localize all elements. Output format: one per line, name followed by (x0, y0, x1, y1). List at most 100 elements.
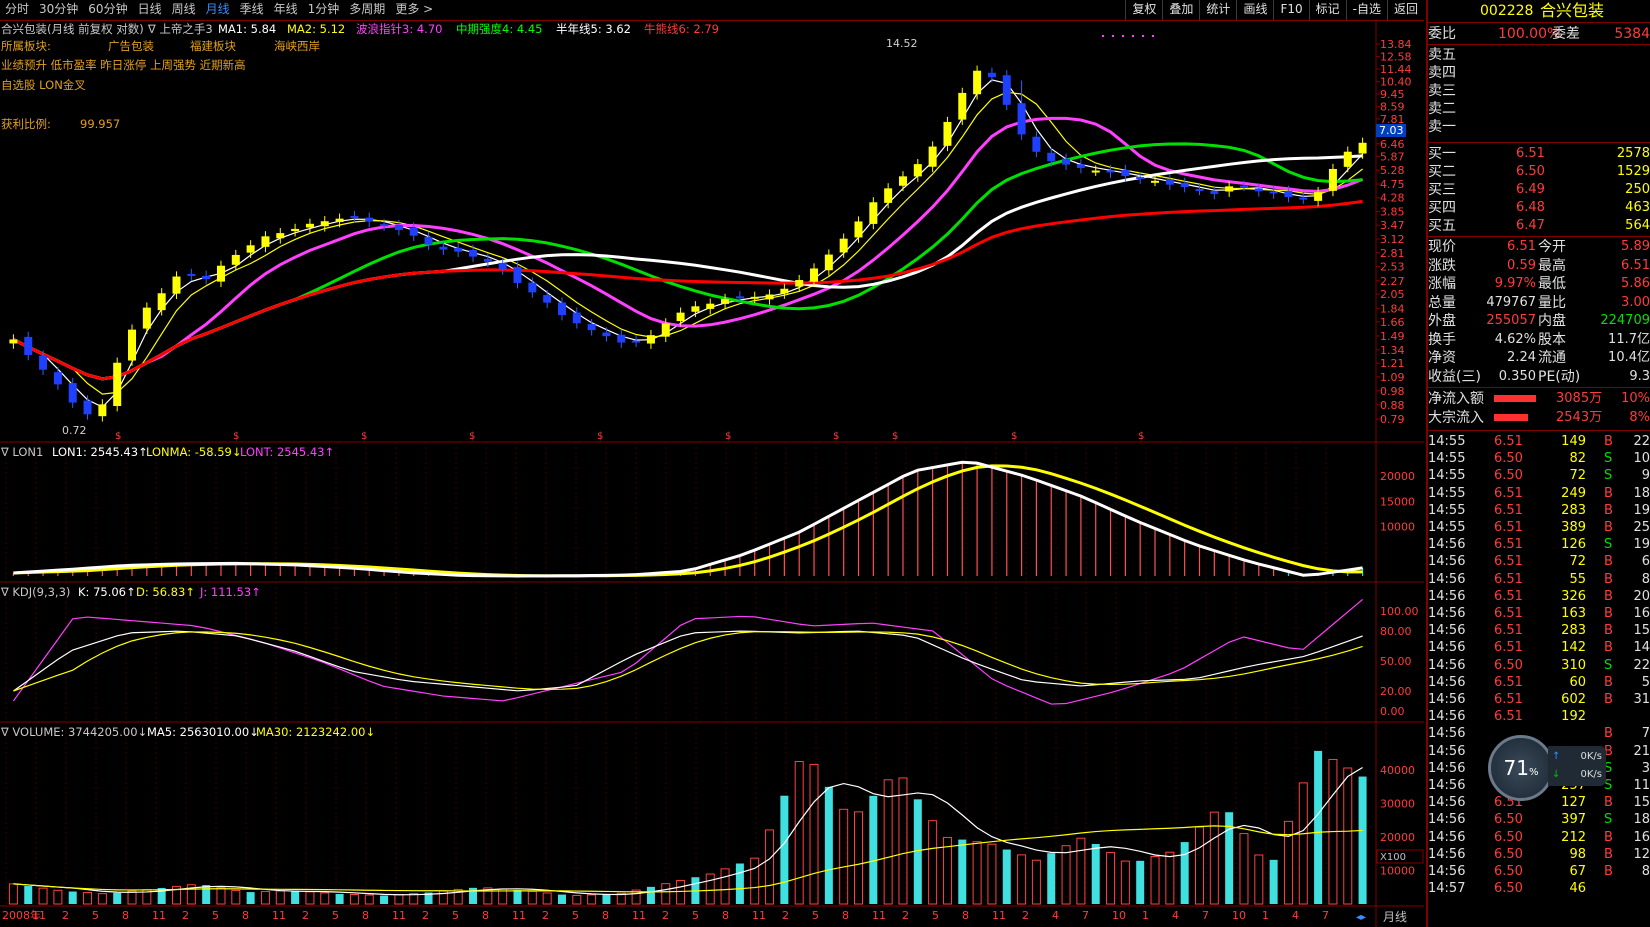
buy-row[interactable]: 买四 6.48 463 (1428, 199, 1650, 217)
tick-row: 14:56 6.51 60 B 5 (1428, 674, 1650, 692)
x-tick: 2 (542, 909, 549, 922)
tick-count: 8 (1641, 571, 1650, 587)
toolbar: 分时 30分钟 60分钟 日线 周线 月线 季线 年线 1分钟 多周期 更多 > 复权 叠加 统计 画线 F… (0, 0, 1424, 21)
marker-dot (1112, 35, 1114, 37)
scroll-arrows[interactable]: ◂▸ (1356, 912, 1366, 923)
net-pct: 71 (1503, 756, 1529, 780)
period-tab-0[interactable]: 分时 (0, 0, 34, 20)
tick-row: 14:56 6.51 326 B 20 (1428, 588, 1650, 606)
chart-area[interactable]: 合兴包装(月线 前复权 对数) ∇ 上帝之手3 MA1: 5.84 MA2: 5… (0, 21, 1424, 927)
buy-row[interactable]: 买二 6.50 1529 (1428, 163, 1650, 181)
x-tick: 11 (392, 909, 406, 922)
tick-volume: 389 (1561, 520, 1586, 535)
buy-row[interactable]: 买三 6.49 250 (1428, 181, 1650, 199)
volume-bar (24, 886, 33, 904)
period-tab-1[interactable]: 30分钟 (34, 0, 83, 20)
tool-button-3[interactable]: 画线 (1236, 0, 1273, 20)
tick-volume: 60 (1569, 674, 1586, 690)
lon-name[interactable]: ∇ LON1 (0, 445, 43, 459)
volume-bar (780, 795, 789, 904)
tick-side: B (1604, 864, 1613, 879)
s-signal-marker: $ (892, 431, 898, 442)
tool-button-6[interactable]: -自选 (1345, 0, 1387, 20)
sector-3[interactable]: 海峡西岸 (274, 39, 320, 53)
tick-price: 6.50 (1494, 881, 1523, 897)
volume-bar (883, 779, 893, 905)
s-signal-marker: $ (1138, 431, 1144, 442)
marker-dot (1132, 35, 1134, 37)
tick-row: 14:56 6.50 212 B 16 (1428, 829, 1650, 847)
buy-row[interactable]: 买五 6.47 564 (1428, 217, 1650, 235)
tick-price: 6.51 (1494, 571, 1523, 587)
period-tab-3[interactable]: 日线 (133, 0, 167, 20)
candle-body (380, 224, 389, 227)
vol-name[interactable]: ∇ VOLUME: 3744205.00↓ (0, 725, 147, 739)
candle-body (1062, 158, 1071, 165)
candle-body (676, 312, 685, 322)
candle-body (1032, 136, 1041, 152)
tick-side: B (1604, 520, 1613, 535)
network-monitor-widget[interactable]: 71% (1488, 735, 1554, 801)
volume-bar (898, 777, 908, 905)
candle-body (913, 164, 922, 177)
tool-button-4[interactable]: F10 (1273, 0, 1308, 20)
buy-label: 买五 (1428, 218, 1456, 234)
stat-row: 收益(三) 0.350 PE(动) 9.3 (1428, 368, 1650, 386)
tool-button-7[interactable]: 返回 (1386, 0, 1424, 20)
tool-button-1[interactable]: 叠加 (1162, 0, 1199, 20)
lon-tick: 10000 (1380, 521, 1415, 534)
period-tab-7[interactable]: 年线 (269, 0, 303, 20)
volume-bar (869, 795, 878, 904)
sell-row: 卖一 (1428, 118, 1650, 136)
x-tick: 10 (1232, 909, 1246, 922)
volume-bar (958, 839, 967, 904)
x-tick: 8 (122, 909, 129, 922)
weicha-label: 委差 (1552, 26, 1580, 42)
volume-bar (1343, 767, 1353, 905)
period-tab-8[interactable]: 1分钟 (303, 0, 345, 20)
tick-time: 14:56 (1428, 571, 1466, 587)
period-tab-2[interactable]: 60分钟 (83, 0, 132, 20)
candle-body (557, 302, 566, 316)
sector-1[interactable]: 广告包装 (108, 39, 154, 53)
period-tab-5[interactable]: 月线 (201, 0, 235, 20)
kdj-tick: 100.00 (1380, 605, 1419, 618)
tick-volume: 67 (1569, 864, 1586, 879)
stat-label: 股本 (1538, 331, 1566, 348)
sector-2[interactable]: 福建板块 (190, 39, 236, 53)
buy-volume: 1529 (1616, 164, 1650, 179)
tick-side: S (1604, 657, 1613, 673)
period-indicator[interactable]: 月线 (1383, 910, 1407, 924)
main-indicator[interactable]: ∇ 上帝之手3 (147, 22, 213, 36)
volume-bar (291, 890, 300, 904)
tool-button-5[interactable]: 标记 (1308, 0, 1346, 20)
candle-body (365, 217, 374, 222)
tick-price: 6.51 (1494, 502, 1523, 518)
volume-bar (705, 873, 715, 905)
buy-row[interactable]: 买一 6.51 2578 (1428, 145, 1650, 163)
period-tab-10[interactable]: 更多 > (390, 0, 438, 20)
flow-pct: 10% (1621, 391, 1650, 406)
price-tick: 11.44 (1380, 63, 1412, 76)
period-tab-9[interactable]: 多周期 (344, 0, 390, 20)
tool-button-0[interactable]: 复权 (1125, 0, 1162, 20)
candle-body (1180, 182, 1189, 188)
volume-bar (1165, 851, 1175, 905)
volume-bar (527, 890, 537, 905)
net-pct-unit: % (1528, 767, 1539, 778)
tick-count: 9 (1641, 468, 1650, 484)
volume-bar (305, 891, 315, 905)
tool-button-2[interactable]: 统计 (1199, 0, 1236, 20)
candle-body (706, 303, 715, 309)
volume-bar (127, 890, 137, 905)
tick-row: 14:55 6.50 72 S 9 (1428, 467, 1650, 485)
tick-price: 6.50 (1494, 451, 1523, 467)
period-tab-6[interactable]: 季线 (235, 0, 269, 20)
tick-price: 6.51 (1494, 623, 1523, 639)
candle-body (128, 329, 137, 361)
kdj-name[interactable]: ∇ KDJ(9,3,3) (0, 585, 70, 599)
price-tick: 3.12 (1380, 233, 1405, 246)
price-tick: 0.79 (1380, 413, 1405, 426)
price-tick: 2.05 (1380, 288, 1405, 301)
period-tab-4[interactable]: 周线 (167, 0, 201, 20)
